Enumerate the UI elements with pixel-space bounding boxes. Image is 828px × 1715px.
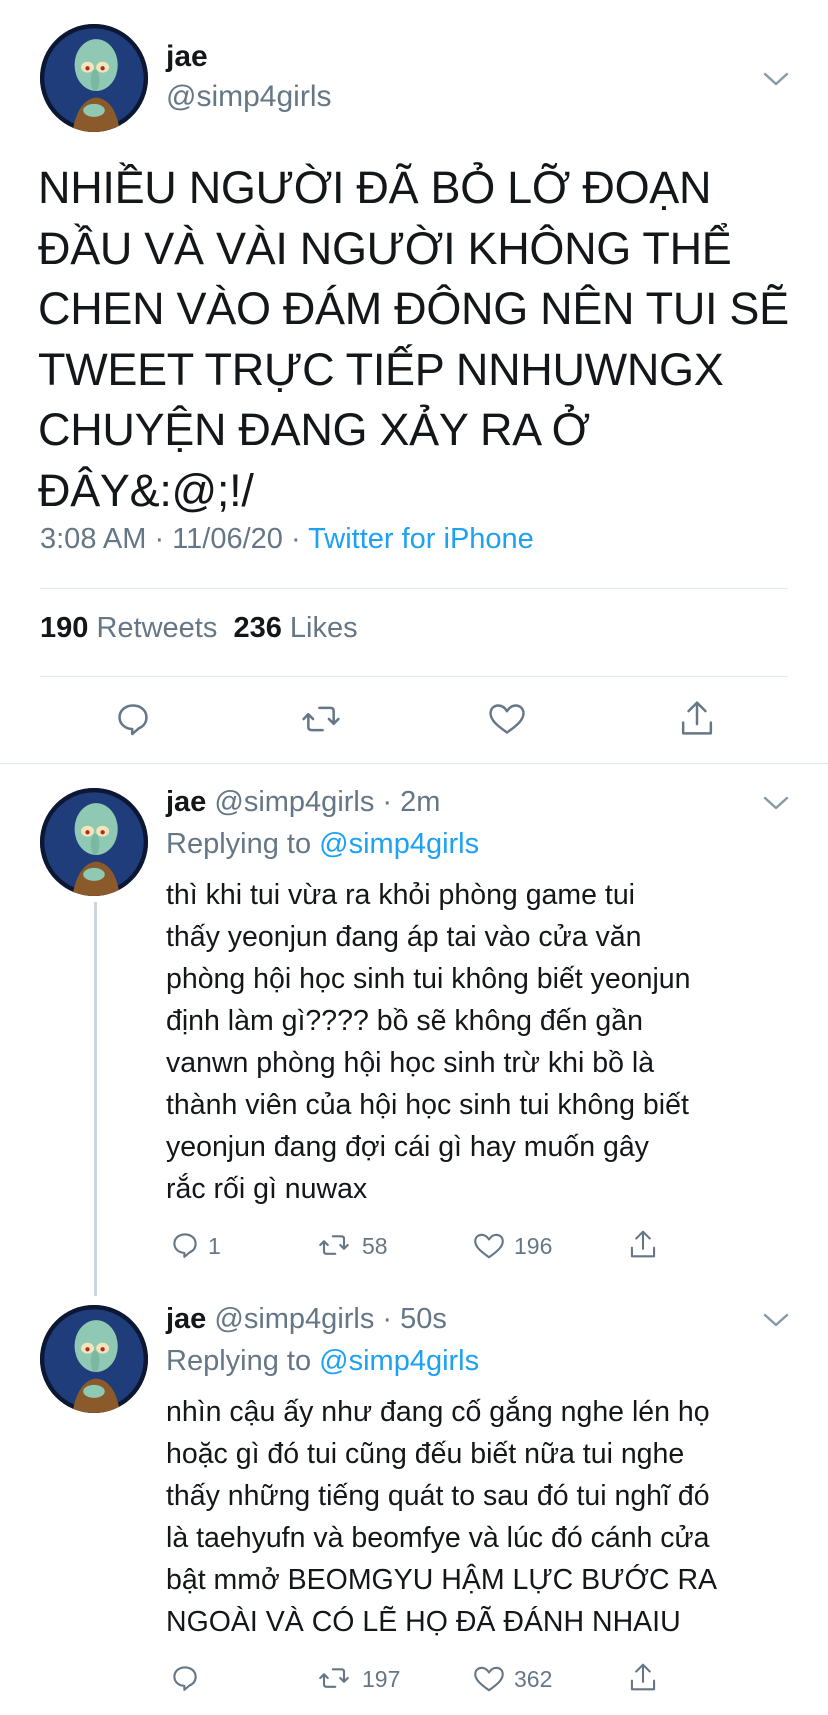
replying-to-link[interactable]: @simp4girls: [319, 828, 479, 860]
tweet-timestamp: 3:08 AM · 11/06/20 ·: [40, 523, 309, 555]
reply-age[interactable]: 50s: [400, 1303, 447, 1335]
avatar-image: [40, 1305, 148, 1413]
tweet-meta: 3:08 AM · 11/06/20 · Twitter for iPhone: [40, 523, 534, 556]
share-icon[interactable]: [628, 1228, 658, 1260]
retweets-count: 190: [40, 612, 89, 644]
author-handle[interactable]: @simp4girls: [166, 80, 331, 114]
avatar[interactable]: [40, 24, 148, 132]
retweet-count: 197: [362, 1666, 401, 1692]
like-icon[interactable]: [487, 701, 527, 737]
retweets-stat[interactable]: 190 Retweets: [40, 612, 217, 644]
reply-header: jae @simp4girls · 2m: [166, 786, 440, 819]
retweet-icon[interactable]: [316, 1230, 352, 1260]
share-icon[interactable]: [628, 1661, 658, 1693]
share-icon[interactable]: [678, 698, 716, 738]
tweet-stats: 190 Retweets 236 Likes: [40, 612, 358, 645]
author-name[interactable]: jae: [166, 786, 206, 818]
section-divider: [0, 763, 828, 764]
likes-count: 236: [233, 612, 282, 644]
chevron-down-icon[interactable]: [762, 794, 790, 812]
avatar[interactable]: [40, 788, 148, 896]
divider: [40, 588, 788, 589]
like-count: 196: [514, 1233, 553, 1259]
avatar-image: [40, 24, 148, 132]
retweet-icon[interactable]: [300, 700, 342, 738]
likes-stat[interactable]: 236 Likes: [233, 612, 357, 644]
divider: [40, 676, 788, 677]
chevron-down-icon[interactable]: [762, 70, 790, 88]
retweet-icon[interactable]: [316, 1663, 352, 1693]
replying-to: Replying to @simp4girls: [166, 828, 479, 861]
tweet-source-link[interactable]: Twitter for iPhone: [308, 523, 534, 555]
tweet-text: NHIỀU NGƯỜI ĐÃ BỎ LỠ ĐOẠN ĐẦU VÀ VÀI NGƯ…: [38, 162, 789, 516]
likes-label: Likes: [281, 612, 358, 644]
separator-dot: ·: [374, 1303, 401, 1335]
reply-icon[interactable]: [114, 700, 152, 738]
reply-text: thì khi tui vừa ra khỏi phòng game tui t…: [166, 879, 691, 1205]
reply-header: jae @simp4girls · 50s: [166, 1303, 447, 1336]
reply-text: nhìn cậu ấy như đang cố gắng nghe lén họ…: [166, 1396, 718, 1638]
thread-line: [94, 902, 97, 1296]
avatar[interactable]: [40, 1305, 148, 1413]
retweet-count: 58: [362, 1233, 388, 1259]
author-handle[interactable]: @simp4girls: [214, 1303, 374, 1335]
replying-to: Replying to @simp4girls: [166, 1345, 479, 1378]
reply-icon[interactable]: [170, 1230, 200, 1260]
author-handle[interactable]: @simp4girls: [214, 786, 374, 818]
separator-dot: ·: [374, 786, 401, 818]
author-name[interactable]: jae: [166, 1303, 206, 1335]
like-icon[interactable]: [472, 1664, 506, 1694]
like-icon[interactable]: [472, 1231, 506, 1261]
reply-count: 1: [208, 1233, 221, 1259]
like-count: 362: [514, 1666, 553, 1692]
replying-to-link[interactable]: @simp4girls: [319, 1345, 479, 1377]
retweets-label: Retweets: [88, 612, 218, 644]
reply-age[interactable]: 2m: [400, 786, 440, 818]
chevron-down-icon[interactable]: [762, 1311, 790, 1329]
author-name[interactable]: jae: [166, 40, 208, 74]
reply-icon[interactable]: [170, 1663, 200, 1693]
avatar-image: [40, 788, 148, 896]
replying-label: Replying to: [166, 1345, 320, 1377]
replying-label: Replying to: [166, 828, 320, 860]
